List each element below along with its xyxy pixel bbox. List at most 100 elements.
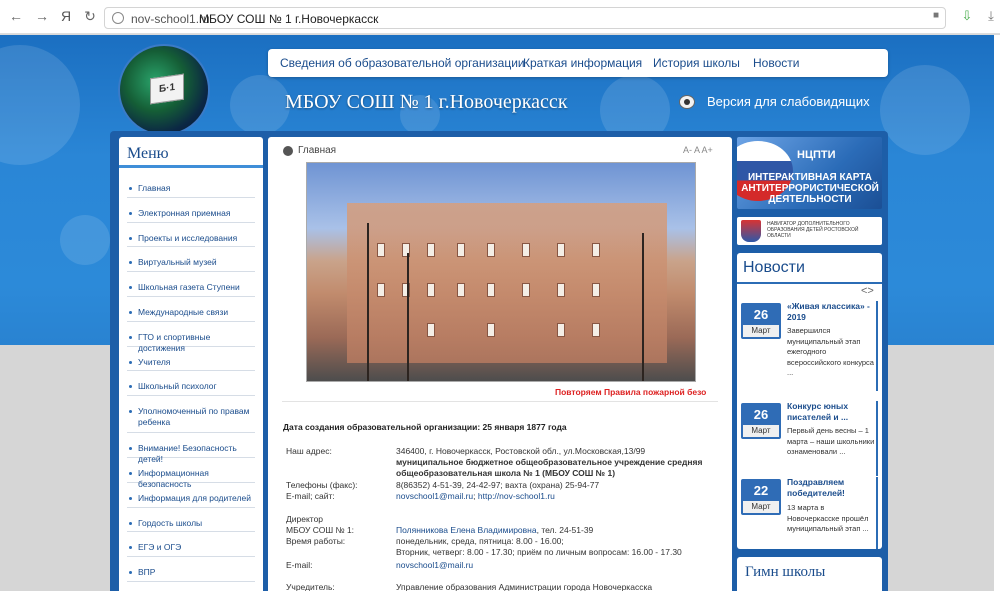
home-icon[interactable] [283,146,293,156]
founder-value: Управление образования Администрации гор… [396,582,653,591]
director-phone: , тел. 24-51-39 [536,525,594,535]
address-value: 346400, г. Новочеркасск, Ростовской обл.… [396,446,646,456]
news-item-title[interactable]: «Живая классика» - 2019 [787,301,873,323]
bookmark-icon[interactable]: ■ [929,9,943,23]
navigator-text: НАВИГАТОР ДОПОЛНИТЕЛЬНОГО ОБРАЗОВАНИЯ ДЕ… [767,221,859,240]
hours-label: Время работы: [286,536,346,546]
email-site-label: E-mail; сайт: [286,491,335,501]
sidebar-item-newspaper[interactable]: Школьная газета Ступени [127,272,255,297]
founder-label: Учредитель: [286,582,335,591]
back-button[interactable]: ← [8,8,24,24]
news-month: Март [743,425,779,437]
main-content: Главная A- A A+ Повторяем Правила пожарн… [268,137,732,591]
sidebar-item-gto-sport[interactable]: ГТО и спортивные достижения [127,322,255,353]
news-item-desc: Первый день весны – 1 марта – наши школь… [787,426,875,456]
sidebar-item-more[interactable]: М [127,582,255,591]
breadcrumb[interactable]: Главная [298,145,336,156]
news-day: 22 [753,483,769,498]
font-size-controls[interactable]: A- A A+ [683,145,713,155]
page-title: МБОУ СОШ № 1 г.Новочеркасск [199,12,379,26]
hours-value-1: понедельник, среда, пятница: 8.00 - 16.0… [396,536,564,546]
email-site-value: novschool1@mail.ru; http://nov-school1.r… [396,491,711,502]
email-site-separator: ; [473,491,476,501]
sidebar-item-vpr[interactable]: ВПР [127,557,255,582]
news-date: 22 Март [741,479,781,515]
accessible-version-link[interactable]: Версия для слабовидящих [707,94,870,109]
sidebar-item-projects[interactable]: Проекты и исследования [127,223,255,248]
director-value: Полянникова Елена Владимировна, тел. 24-… [396,525,711,536]
eye-icon[interactable] [679,95,695,109]
org-name: муниципальное бюджетное общеобразователь… [396,457,703,478]
nceti-banner[interactable]: НЦПТИ ИНТЕРАКТИВНАЯ КАРТА АНТИТЕРРОРИСТИ… [737,137,882,209]
director-label-school: МБОУ СОШ № 1: [286,525,355,535]
sidebar-item-exams[interactable]: ЕГЭ и ОГЭ [127,532,255,558]
hours-value-2: Вторник, четверг: 8.00 - 17.30; приём по… [396,547,682,557]
yandex-icon[interactable]: Я [58,8,74,24]
news-item-desc: Завершился муниципальный этап ежегодного… [787,326,874,377]
site-info-icon[interactable] [112,12,124,24]
nceti-title: НЦПТИ [797,149,836,161]
sidebar-item-pride[interactable]: Гордость школы [127,508,255,533]
address-bar[interactable]: nov-school1.ru МБОУ СОШ № 1 г.Новочеркас… [104,7,946,29]
address-label: Наш адрес: [286,446,332,456]
director-name-link[interactable]: Полянникова Елена Владимировна [396,525,537,535]
news-item[interactable]: 26 Март «Живая классика» - 2019 Завершил… [741,301,878,391]
download-extension-icon[interactable]: ⇩ [960,9,974,23]
site-page: Б·1 Сведения об образовательной организа… [0,35,1000,591]
sidebar-item-parents[interactable]: Информация для родителей [127,483,255,508]
sidebar-item-ombudsman[interactable]: Уполномоченный по правам ребенка [127,396,255,434]
right-column: НЦПТИ ИНТЕРАКТИВНАЯ КАРТА АНТИТЕРРОРИСТИ… [737,137,883,591]
menu-title: Меню [127,145,169,162]
sidebar-item-child-safety[interactable]: Внимание! Безопасность детей! [127,433,255,464]
downloads-icon[interactable]: ⤓ [984,9,998,23]
news-widget: Новости <> 26 Март «Живая классика» - 20… [737,253,882,549]
news-item[interactable]: 22 Март Поздравляем победителей! 13 март… [741,477,878,549]
navigator-banner[interactable]: НАВИГАТОР ДОПОЛНИТЕЛЬНОГО ОБРАЗОВАНИЯ ДЕ… [737,217,882,245]
news-title: Новости [743,259,805,276]
news-date: 26 Март [741,403,781,439]
school-logo[interactable]: Б·1 [118,44,210,136]
url-text: nov-school1.ru [131,12,210,26]
reload-button[interactable]: ↻ [82,8,98,24]
nav-brief-info[interactable]: Краткая информация [523,56,642,70]
nceti-text: ИНТЕРАКТИВНАЯ КАРТА АНТИТЕРРОРИСТИЧЕСКОЙ… [741,172,879,205]
school-building-photo [306,162,696,382]
top-navigation: Сведения об образовательной организации … [268,49,888,77]
sidebar-item-virtual-museum[interactable]: Виртуальный музей [127,247,255,273]
news-month: Март [743,501,779,513]
forward-button[interactable]: → [34,8,50,24]
sidebar-item-e-reception[interactable]: Электронная приемная [127,198,255,223]
email-link-2[interactable]: novschool1@mail.ru [396,560,711,571]
nav-organization-info[interactable]: Сведения об образовательной организации [280,56,525,70]
news-date: 26 Март [741,303,781,339]
nav-news[interactable]: Новости [753,56,799,70]
news-item-title[interactable]: Конкурс юных писателей и ... [787,401,873,423]
sidebar-item-home[interactable]: Главная [127,173,255,198]
news-ticker[interactable]: Повторяем Правила пожарной безо [555,387,706,397]
site-link[interactable]: http://nov-school1.ru [478,491,555,501]
browser-toolbar: ← → Я ↻ nov-school1.ru МБОУ СОШ № 1 г.Но… [0,0,1000,34]
sidebar-item-psychologist[interactable]: Школьный психолог [127,371,255,397]
logo-book-icon: Б·1 [150,73,184,105]
rostov-emblem-icon [741,220,761,242]
news-arrows[interactable]: <> [861,285,874,297]
email-label: E-mail: [286,560,313,570]
email-link[interactable]: novschool1@mail.ru [396,491,473,501]
hymn-title[interactable]: Гимн школы [745,564,825,581]
nav-school-history[interactable]: История школы [653,56,740,70]
sidebar-menu: Меню Главная Электронная приемная Проект… [119,137,263,591]
director-label: Директор [286,514,324,524]
sidebar-item-international[interactable]: Международные связи [127,297,255,322]
sidebar-item-info-security[interactable]: Информационная безопасность [127,458,255,489]
hymn-widget: Гимн школы [737,557,882,591]
news-item-title[interactable]: Поздравляем победителей! [787,477,873,499]
phones-label: Телефоны (факс): [286,480,358,490]
news-day: 26 [753,307,769,322]
news-day: 26 [753,407,769,422]
news-month: Март [743,325,779,337]
date-created: Дата создания образовательной организаци… [283,422,567,432]
site-title: МБОУ СОШ № 1 г.Новочеркасск [285,91,568,113]
phones-value: 8(86352) 4-51-39, 24-42-97; вахта (охран… [396,480,600,490]
sidebar-item-teachers[interactable]: Учителя [127,347,255,372]
news-item-desc: 13 марта в Новочеркасске прошёл муниципа… [787,503,869,533]
